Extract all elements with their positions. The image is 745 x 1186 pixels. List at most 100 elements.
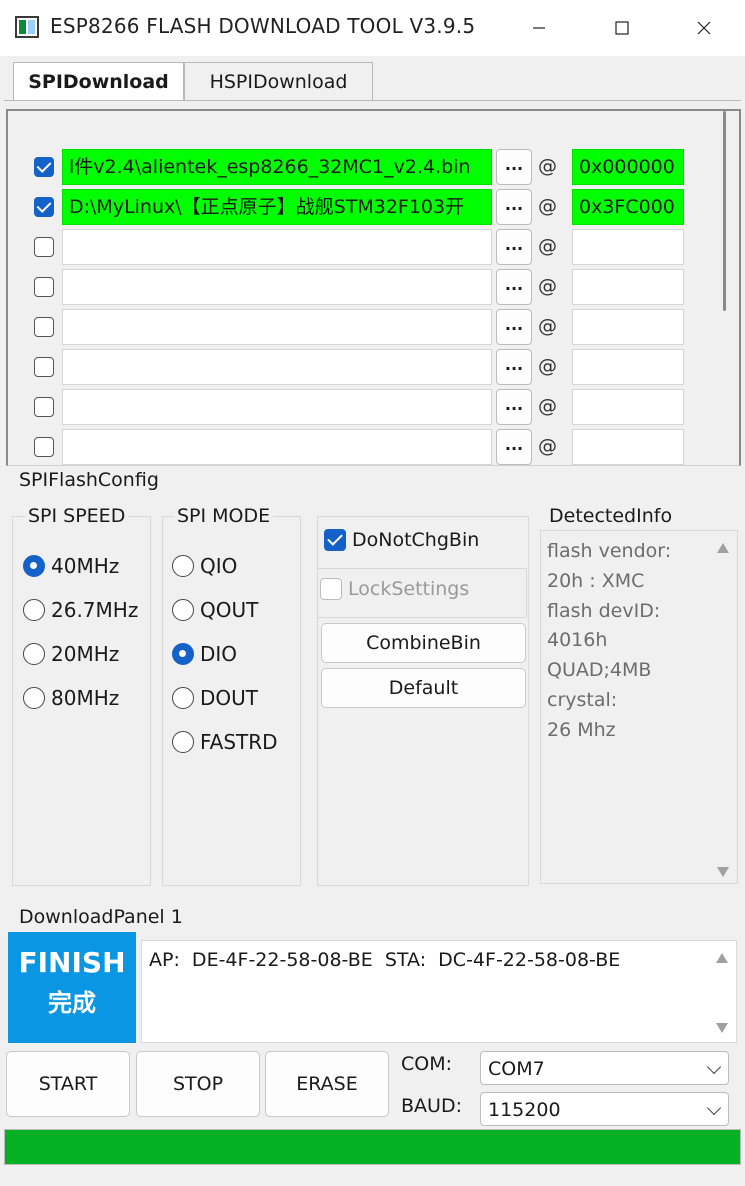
- title-bar: ESP8266 FLASH DOWNLOAD TOOL V3.9.5: [0, 0, 745, 56]
- address-input[interactable]: [572, 429, 684, 465]
- radio-label: DOUT: [200, 686, 258, 710]
- file-path-input[interactable]: [62, 349, 492, 385]
- erase-button[interactable]: ERASE: [265, 1051, 389, 1117]
- browse-button[interactable]: ...: [496, 149, 532, 185]
- radio-label: 40MHz: [51, 554, 120, 578]
- tab-hspidownload[interactable]: HSPIDownload: [184, 62, 373, 100]
- radio-label: 80MHz: [51, 686, 120, 710]
- scroll-up-icon[interactable]: [716, 953, 728, 963]
- status-text-zh: 完成: [48, 989, 96, 1017]
- radio-label: QOUT: [200, 598, 259, 622]
- file-path-input[interactable]: [62, 429, 492, 465]
- download-panel-label: DownloadPanel 1: [16, 906, 186, 928]
- file-enable-checkbox[interactable]: [34, 437, 54, 457]
- chevron-down-icon: [706, 1059, 722, 1075]
- address-input[interactable]: 0x3FC000: [572, 189, 684, 225]
- spi-flash-config-label: SPIFlashConfig: [16, 469, 162, 491]
- file-row: D:\MyLinux\【正点原子】战舰STM32F103开 ... @ 0x3F…: [8, 189, 708, 225]
- file-enable-checkbox[interactable]: [34, 357, 54, 377]
- radio-dio[interactable]: DIO: [172, 642, 237, 666]
- browse-button[interactable]: ...: [496, 229, 532, 265]
- minimize-button[interactable]: [516, 8, 562, 48]
- detected-line: flash vendor:: [547, 540, 672, 562]
- scroll-up-icon[interactable]: [717, 543, 729, 553]
- start-button[interactable]: START: [6, 1051, 130, 1117]
- radio-40mhz[interactable]: 40MHz: [23, 554, 119, 578]
- file-path-input[interactable]: l件v2.4\alientek_esp8266_32MC1_v2.4.bin: [62, 149, 492, 185]
- file-list: l件v2.4\alientek_esp8266_32MC1_v2.4.bin .…: [6, 109, 741, 466]
- status-badge: FINISH 完成: [8, 932, 136, 1043]
- progress-fill: [5, 1130, 740, 1164]
- detected-line: crystal:: [547, 688, 618, 711]
- browse-button[interactable]: ...: [496, 309, 532, 345]
- baud-label: BAUD:: [401, 1095, 462, 1117]
- checkbox-checked-icon: [324, 529, 346, 551]
- app-window: ESP8266 FLASH DOWNLOAD TOOL V3.9.5 SPIDo…: [0, 0, 745, 1186]
- do-not-chg-bin-checkbox[interactable]: DoNotChgBin: [324, 529, 479, 551]
- file-enable-checkbox[interactable]: [34, 157, 54, 177]
- file-enable-checkbox[interactable]: [34, 237, 54, 257]
- radio-fastrd[interactable]: FASTRD: [172, 730, 278, 754]
- radio-icon: [23, 599, 45, 621]
- address-input[interactable]: [572, 229, 684, 265]
- log-text: AP: DE-4F-22-58-08-BE STA: DC-4F-22-58-0…: [149, 949, 621, 971]
- default-button[interactable]: Default: [321, 668, 526, 708]
- detected-line: 20h : XMC: [547, 569, 645, 592]
- detected-info-label: DetectedInfo: [546, 505, 676, 527]
- browse-button[interactable]: ...: [496, 389, 532, 425]
- close-icon: [697, 21, 711, 35]
- detected-line: 4016h: [547, 629, 608, 652]
- detected-line: QUAD;4MB: [547, 659, 652, 682]
- browse-button[interactable]: ...: [496, 349, 532, 385]
- file-path-input[interactable]: [62, 269, 492, 305]
- baud-select[interactable]: 115200: [480, 1092, 729, 1126]
- scroll-down-icon[interactable]: [717, 867, 729, 877]
- radio-20mhz[interactable]: 20MHz: [23, 642, 119, 666]
- checkbox-icon: [320, 578, 342, 600]
- file-path-input[interactable]: D:\MyLinux\【正点原子】战舰STM32F103开: [62, 189, 492, 225]
- lock-settings-checkbox[interactable]: LockSettings: [320, 578, 469, 600]
- at-label: @: [538, 315, 557, 337]
- address-input[interactable]: [572, 349, 684, 385]
- tab-spidownload[interactable]: SPIDownload: [13, 62, 184, 100]
- maximize-button[interactable]: [599, 8, 645, 48]
- file-path-input[interactable]: [62, 309, 492, 345]
- radio-selected-icon: [23, 555, 45, 577]
- file-enable-checkbox[interactable]: [34, 197, 54, 217]
- file-path-input[interactable]: [62, 389, 492, 425]
- radio-icon: [172, 731, 194, 753]
- com-select[interactable]: COM7: [480, 1051, 729, 1085]
- radio-icon: [172, 599, 194, 621]
- combine-bin-button[interactable]: CombineBin: [321, 623, 526, 663]
- address-input[interactable]: 0x000000: [572, 149, 684, 185]
- browse-button[interactable]: ...: [496, 269, 532, 305]
- browse-button[interactable]: ...: [496, 189, 532, 225]
- radio-icon: [172, 555, 194, 577]
- file-list-scrollbar[interactable]: [720, 111, 730, 311]
- at-label: @: [538, 275, 557, 297]
- file-path-input[interactable]: [62, 229, 492, 265]
- radio-dout[interactable]: DOUT: [172, 686, 258, 710]
- file-enable-checkbox[interactable]: [34, 277, 54, 297]
- radio-80mhz[interactable]: 80MHz: [23, 686, 119, 710]
- radio-qio[interactable]: QIO: [172, 554, 237, 578]
- scroll-down-icon[interactable]: [716, 1023, 728, 1033]
- radio-qout[interactable]: QOUT: [172, 598, 258, 622]
- browse-button[interactable]: ...: [496, 429, 532, 465]
- close-button[interactable]: [681, 8, 727, 48]
- radio-selected-icon: [172, 643, 194, 665]
- at-label: @: [538, 155, 557, 177]
- file-row: ... @: [8, 389, 708, 425]
- address-input[interactable]: [572, 309, 684, 345]
- file-enable-checkbox[interactable]: [34, 317, 54, 337]
- chevron-down-icon: [706, 1100, 722, 1116]
- address-input[interactable]: [572, 269, 684, 305]
- address-input[interactable]: [572, 389, 684, 425]
- radio-icon: [23, 643, 45, 665]
- radio-26-7mhz[interactable]: 26.7MHz: [23, 598, 138, 622]
- spi-speed-label: SPI SPEED: [25, 505, 129, 527]
- file-enable-checkbox[interactable]: [34, 397, 54, 417]
- log-output[interactable]: AP: DE-4F-22-58-08-BE STA: DC-4F-22-58-0…: [141, 940, 737, 1043]
- stop-button[interactable]: STOP: [136, 1051, 260, 1117]
- radio-label: DIO: [200, 642, 238, 666]
